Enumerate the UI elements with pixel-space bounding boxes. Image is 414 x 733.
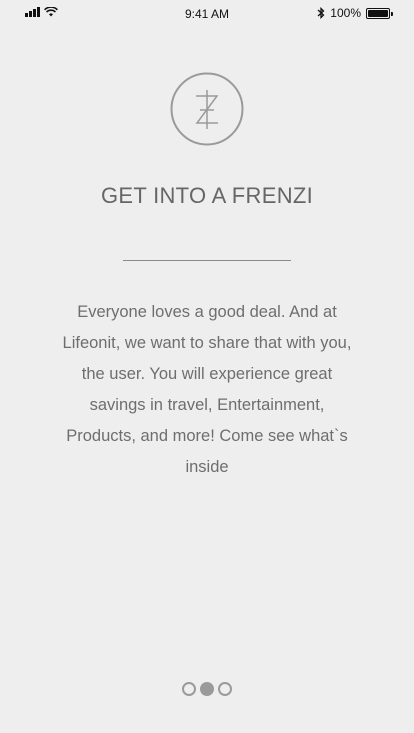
- page-dot[interactable]: [218, 682, 232, 696]
- battery-percent: 100%: [330, 6, 361, 20]
- divider: [123, 260, 291, 261]
- status-right: 100%: [317, 6, 393, 20]
- status-bar: 9:41 AM 100%: [0, 0, 414, 28]
- frenzi-logo-icon: [170, 72, 244, 146]
- battery-icon: [366, 7, 393, 19]
- page-dot[interactable]: [182, 682, 196, 696]
- bluetooth-icon: [317, 7, 325, 19]
- description-text: Everyone loves a good deal. And at Lifeo…: [62, 303, 352, 476]
- page-dot-active[interactable]: [200, 682, 214, 696]
- page-indicator: [0, 682, 414, 696]
- page-title: GET INTO A FRENZI: [100, 183, 314, 208]
